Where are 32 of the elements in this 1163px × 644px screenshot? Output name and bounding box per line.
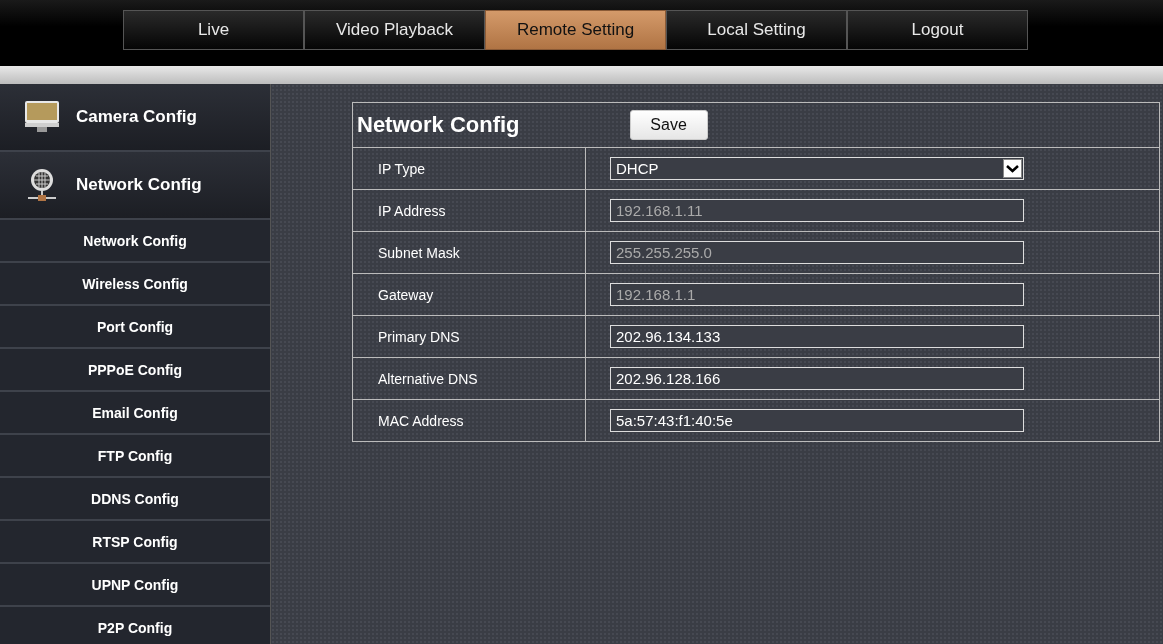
panel-title: Network Config (357, 112, 520, 138)
sidebar-item[interactable]: P2P Config (97, 619, 173, 636)
nav-tab[interactable]: Local Setting (666, 10, 847, 50)
monitor-icon (24, 100, 60, 134)
field-label: Primary DNS (378, 328, 460, 345)
input-field[interactable]: 202.96.134.133 (610, 325, 1024, 348)
save-button[interactable]: Save (629, 110, 708, 140)
sidebar-item[interactable]: Wireless Config (82, 275, 188, 292)
field-label: IP Type (378, 160, 425, 177)
sidebar-item[interactable]: RTSP Config (92, 533, 178, 550)
input-field[interactable]: 202.96.128.166 (610, 367, 1024, 390)
input-field[interactable]: 5a:57:43:f1:40:5e (610, 409, 1024, 432)
sidebar-item[interactable]: Email Config (92, 404, 178, 421)
sidebar-item[interactable]: DDNS Config (91, 490, 179, 507)
sidebar-item[interactable]: Network Config (83, 232, 187, 249)
sidebar-group[interactable]: Camera Config (0, 84, 270, 152)
dropdown-field[interactable]: DHCP (610, 157, 1024, 180)
nav-tab[interactable]: Video Playback (304, 10, 485, 50)
sidebar-item[interactable]: UPNP Config (91, 576, 179, 593)
nav-tab[interactable]: Live (123, 10, 304, 50)
field-label: MAC Address (378, 412, 464, 429)
sidebar-item[interactable]: FTP Config (97, 447, 173, 464)
field-label: Alternative DNS (378, 370, 478, 387)
field-label: IP Address (378, 202, 446, 219)
nav-tab[interactable]: Remote Setting (485, 10, 666, 50)
field-label: Gateway (378, 286, 434, 303)
chevron-down-icon (1003, 159, 1022, 178)
field-label: Subnet Mask (378, 244, 460, 261)
sidebar-group[interactable]: Network Config (0, 152, 270, 220)
nav-tab[interactable]: Logout (847, 10, 1028, 50)
sidebar-item[interactable]: Port Config (96, 318, 174, 335)
sidebar-item[interactable]: PPPoE Config (87, 361, 183, 378)
